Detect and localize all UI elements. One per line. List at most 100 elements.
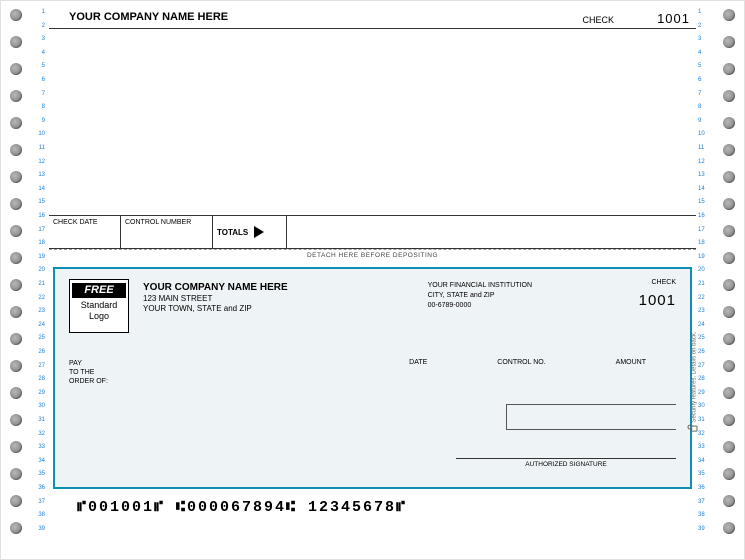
bank-block: YOUR FINANCIAL INSTITUTION CITY, STATE a… [428, 279, 572, 333]
ruler-number: 29 [31, 390, 45, 396]
pay-label: PAY [69, 359, 139, 368]
ruler-number: 25 [31, 335, 45, 341]
ruler-number: 10 [31, 131, 45, 137]
ruler-number: 38 [698, 512, 712, 518]
control-no-label: CONTROL NO. [497, 359, 545, 386]
sprocket-hole [10, 171, 22, 183]
ruler-number: 9 [31, 118, 45, 124]
ruler-number: 24 [698, 322, 712, 328]
sprocket-hole [723, 387, 735, 399]
ruler-number: 16 [698, 213, 712, 219]
sprocket-hole [723, 414, 735, 426]
sprocket-hole [723, 279, 735, 291]
sprocket-hole [723, 360, 735, 372]
company-address-block: YOUR COMPANY NAME HERE 123 MAIN STREET Y… [143, 279, 288, 333]
ruler-number: 22 [698, 295, 712, 301]
ruler-number: 17 [698, 227, 712, 233]
ruler-number: 34 [31, 458, 45, 464]
sprocket-hole [10, 360, 22, 372]
ruler-number: 6 [31, 77, 45, 83]
ruler-number: 36 [31, 485, 45, 491]
stub-body [49, 29, 696, 215]
ruler-number: 14 [698, 186, 712, 192]
pay-to-order: PAY TO THE ORDER OF: [69, 359, 139, 386]
logo-line1: Standard [72, 300, 126, 311]
ruler-number: 28 [31, 376, 45, 382]
sprocket-hole [10, 522, 22, 534]
ruler-right: 1234567891011121314151617181920212223242… [698, 1, 714, 559]
ruler-number: 26 [31, 349, 45, 355]
ruler-number: 12 [31, 159, 45, 165]
ruler-number: 30 [698, 403, 712, 409]
ruler-number: 13 [31, 172, 45, 178]
sprocket-hole [10, 90, 22, 102]
ruler-number: 6 [698, 77, 712, 83]
logo-line2: Logo [72, 311, 126, 322]
ruler-number: 23 [698, 308, 712, 314]
ruler-number: 39 [31, 526, 45, 532]
bank-name: YOUR FINANCIAL INSTITUTION [428, 281, 532, 291]
ruler-number: 18 [698, 240, 712, 246]
stub-totals-label: TOTALS [217, 228, 248, 237]
sprocket-hole [10, 279, 22, 291]
bank-city: CITY, STATE and ZIP [428, 291, 532, 301]
sprocket-hole [10, 198, 22, 210]
amount-box [506, 404, 676, 430]
check-number-block: CHECK 1001 [586, 279, 676, 333]
ruler-number: 31 [31, 417, 45, 423]
ruler-number: 31 [698, 417, 712, 423]
ruler-number: 32 [698, 431, 712, 437]
micr-line: ⑈001001⑈ ⑆000067894⑆ 12345678⑈ [53, 499, 692, 516]
sprocket-hole [10, 414, 22, 426]
ruler-number: 30 [31, 403, 45, 409]
sprocket-hole [723, 495, 735, 507]
check-company-city: YOUR TOWN, STATE and ZIP [143, 304, 288, 314]
ruler-number: 23 [31, 308, 45, 314]
ruler-number: 11 [31, 145, 45, 151]
ruler-number: 32 [31, 431, 45, 437]
sprocket-hole [723, 441, 735, 453]
ruler-number: 5 [31, 63, 45, 69]
sprocket-holes-left [1, 1, 31, 559]
sprocket-hole [10, 306, 22, 318]
sprocket-hole [723, 225, 735, 237]
ruler-number: 19 [31, 254, 45, 260]
sprocket-hole [723, 306, 735, 318]
logo-free-badge: FREE [72, 283, 126, 298]
sprocket-hole [723, 117, 735, 129]
ruler-number: 33 [31, 444, 45, 450]
ruler-number: 36 [698, 485, 712, 491]
ruler-number: 10 [698, 131, 712, 137]
sprocket-hole [10, 333, 22, 345]
amount-label: AMOUNT [616, 359, 646, 386]
ruler-number: 4 [31, 50, 45, 56]
sprocket-hole [723, 90, 735, 102]
ruler-number: 15 [31, 199, 45, 205]
ruler-number: 14 [31, 186, 45, 192]
stub-totals-row: CHECK DATE CONTROL NUMBER TOTALS [49, 215, 696, 249]
ruler-number: 38 [31, 512, 45, 518]
detach-instruction: DETACH HERE BEFORE DEPOSITING [49, 249, 696, 265]
ruler-number: 27 [31, 363, 45, 369]
sprocket-hole [10, 468, 22, 480]
ruler-number: 9 [698, 118, 712, 124]
logo-placeholder: FREE Standard Logo [69, 279, 129, 333]
ruler-number: 33 [698, 444, 712, 450]
ruler-number: 20 [698, 267, 712, 273]
ruler-number: 1 [31, 9, 45, 15]
ruler-number: 13 [698, 172, 712, 178]
ruler-number: 25 [698, 335, 712, 341]
sprocket-hole [10, 9, 22, 21]
ruler-number: 27 [698, 363, 712, 369]
ruler-number: 8 [31, 104, 45, 110]
ruler-number: 2 [698, 23, 712, 29]
ruler-number: 18 [31, 240, 45, 246]
check-face: FREE Standard Logo YOUR COMPANY NAME HER… [53, 267, 692, 489]
sprocket-hole [10, 63, 22, 75]
arrow-right-icon [254, 226, 264, 238]
ruler-number: 7 [31, 91, 45, 97]
ruler-number: 20 [31, 267, 45, 273]
security-caption: Security features. Details on back. [692, 332, 698, 423]
ruler-number: 35 [31, 471, 45, 477]
sprocket-hole [10, 387, 22, 399]
